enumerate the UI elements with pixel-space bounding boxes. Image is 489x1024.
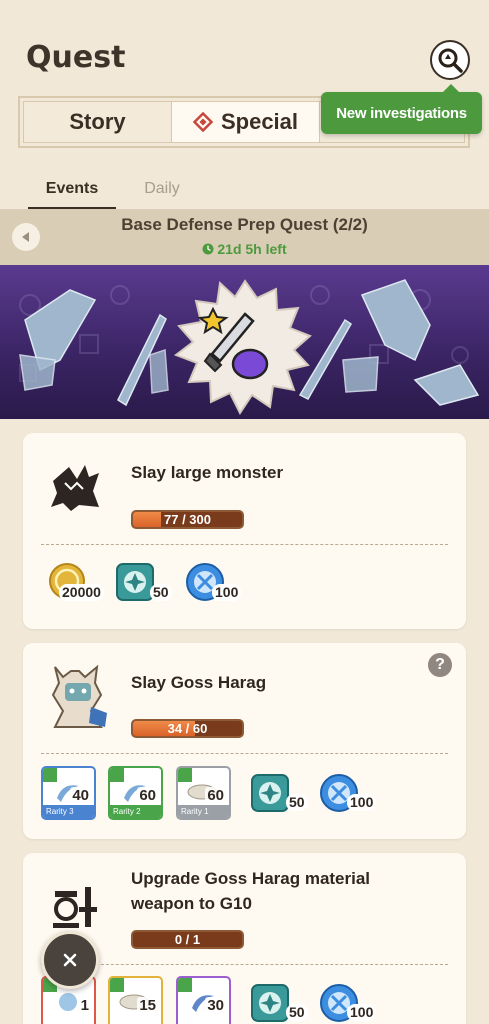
event-title: Base Defense Prep Quest (2/2) <box>121 215 368 234</box>
star-badge-icon <box>110 978 124 992</box>
time-left-label: 21d 5h left <box>217 241 287 257</box>
sub-tab-bar: Events Daily <box>28 180 194 212</box>
reward-qty: 20000 <box>59 584 104 601</box>
tab-special[interactable]: Special <box>172 102 320 142</box>
divider <box>41 753 448 754</box>
quest-card[interactable]: ? Slay Goss Harag 34 / 60 40 Rarity 3 60… <box>23 643 466 839</box>
tab-events[interactable]: Events <box>28 180 116 212</box>
reward-qty: 50 <box>286 794 308 811</box>
reward-orb[interactable]: 100 <box>320 774 384 814</box>
material-slot[interactable]: 15 <box>108 976 163 1024</box>
material-qty: 15 <box>137 997 158 1014</box>
material-slot[interactable]: 60 Rarity 2 <box>108 766 163 820</box>
rarity-label: Rarity 3 <box>43 805 94 818</box>
new-investigations-tooltip[interactable]: New investigations <box>321 84 482 134</box>
progress-text: 0 / 1 <box>174 932 201 947</box>
event-banner <box>0 265 489 419</box>
reward-qty: 50 <box>150 584 172 601</box>
tab-story-label: Story <box>69 109 126 134</box>
event-banner-art <box>19 279 480 415</box>
material-qty: 1 <box>78 997 91 1014</box>
divider <box>41 544 448 545</box>
reward-qty: 100 <box>212 584 242 601</box>
divider <box>41 964 448 965</box>
tab-daily[interactable]: Daily <box>130 180 194 212</box>
page-title: Quest <box>26 40 126 75</box>
progress-text: 34 / 60 <box>167 721 208 736</box>
material-slot[interactable]: 30 <box>176 976 231 1024</box>
star-badge-icon <box>178 768 192 782</box>
quest-title-line2: weapon to G10 <box>131 894 252 913</box>
rarity-label: Rarity 1 <box>178 805 229 818</box>
ticket-icon <box>251 984 289 1022</box>
tooltip-label: New investigations <box>336 104 467 122</box>
reward-ticket[interactable]: 50 <box>251 774 313 814</box>
rarity-label: Rarity 2 <box>110 805 161 818</box>
weapon-upgrade-icon <box>53 887 97 928</box>
quest-progress-bar: 77 / 300 <box>131 510 244 529</box>
close-icon <box>63 953 77 967</box>
material-qty: 60 <box>137 787 158 804</box>
quest-progress-bar: 34 / 60 <box>131 719 244 738</box>
reward-orb[interactable]: 100 <box>186 563 250 603</box>
quest-title: Slay large monster <box>131 463 284 482</box>
tab-story[interactable]: Story <box>24 102 172 142</box>
close-button[interactable] <box>41 931 99 989</box>
help-icon[interactable]: ? <box>428 653 452 677</box>
ticket-icon <box>116 563 154 601</box>
quest-progress-bar: 0 / 1 <box>131 930 244 949</box>
reward-orb[interactable]: 100 <box>320 984 384 1024</box>
reward-qty: 50 <box>286 1004 308 1021</box>
reward-qty: 100 <box>347 1004 377 1021</box>
tab-special-label: Special <box>220 109 299 134</box>
large-monster-icon <box>51 465 99 511</box>
progress-text: 77 / 300 <box>164 512 211 527</box>
reward-coins[interactable]: 20000 <box>49 563 109 603</box>
quest-title-line1: Upgrade Goss Harag material <box>131 869 371 888</box>
search-button[interactable] <box>430 40 470 80</box>
material-slot[interactable]: 60 Rarity 1 <box>176 766 231 820</box>
goss-harag-icon <box>51 664 107 728</box>
material-qty: 40 <box>70 787 91 804</box>
quest-title: Slay Goss Harag <box>131 673 267 692</box>
special-emblem-icon <box>192 112 213 132</box>
event-header: Base Defense Prep Quest (2/2) 21d 5h lef… <box>0 209 489 265</box>
reward-ticket[interactable]: 50 <box>116 563 178 603</box>
material-slot[interactable]: 40 Rarity 3 <box>41 766 96 820</box>
ticket-icon <box>251 774 289 812</box>
material-qty: 30 <box>205 997 226 1014</box>
search-icon <box>438 48 463 73</box>
reward-qty: 100 <box>347 794 377 811</box>
reward-ticket[interactable]: 50 <box>251 984 313 1024</box>
clock-icon <box>202 243 214 255</box>
material-qty: 60 <box>205 787 226 804</box>
quest-card[interactable]: Slay large monster 77 / 300 20000 50 100 <box>23 433 466 629</box>
event-time-left: 21d 5h left <box>0 241 489 257</box>
